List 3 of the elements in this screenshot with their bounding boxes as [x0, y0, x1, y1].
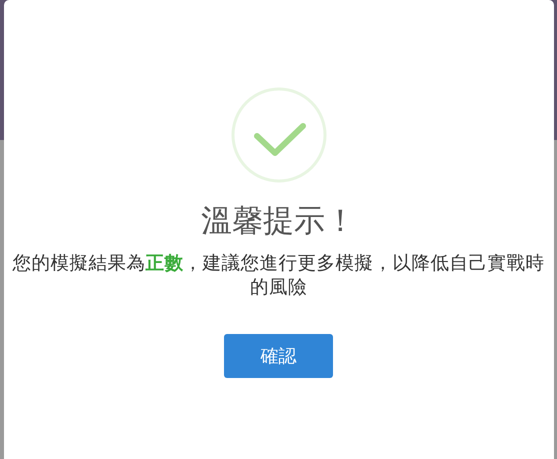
confirm-button[interactable]: 確認	[224, 334, 333, 378]
dialog-title: 溫馨提示！	[201, 202, 356, 241]
dialog-message: 您的模擬結果為正數，建議您進行更多模擬，以降低自己實戰時的風險	[12, 252, 546, 300]
